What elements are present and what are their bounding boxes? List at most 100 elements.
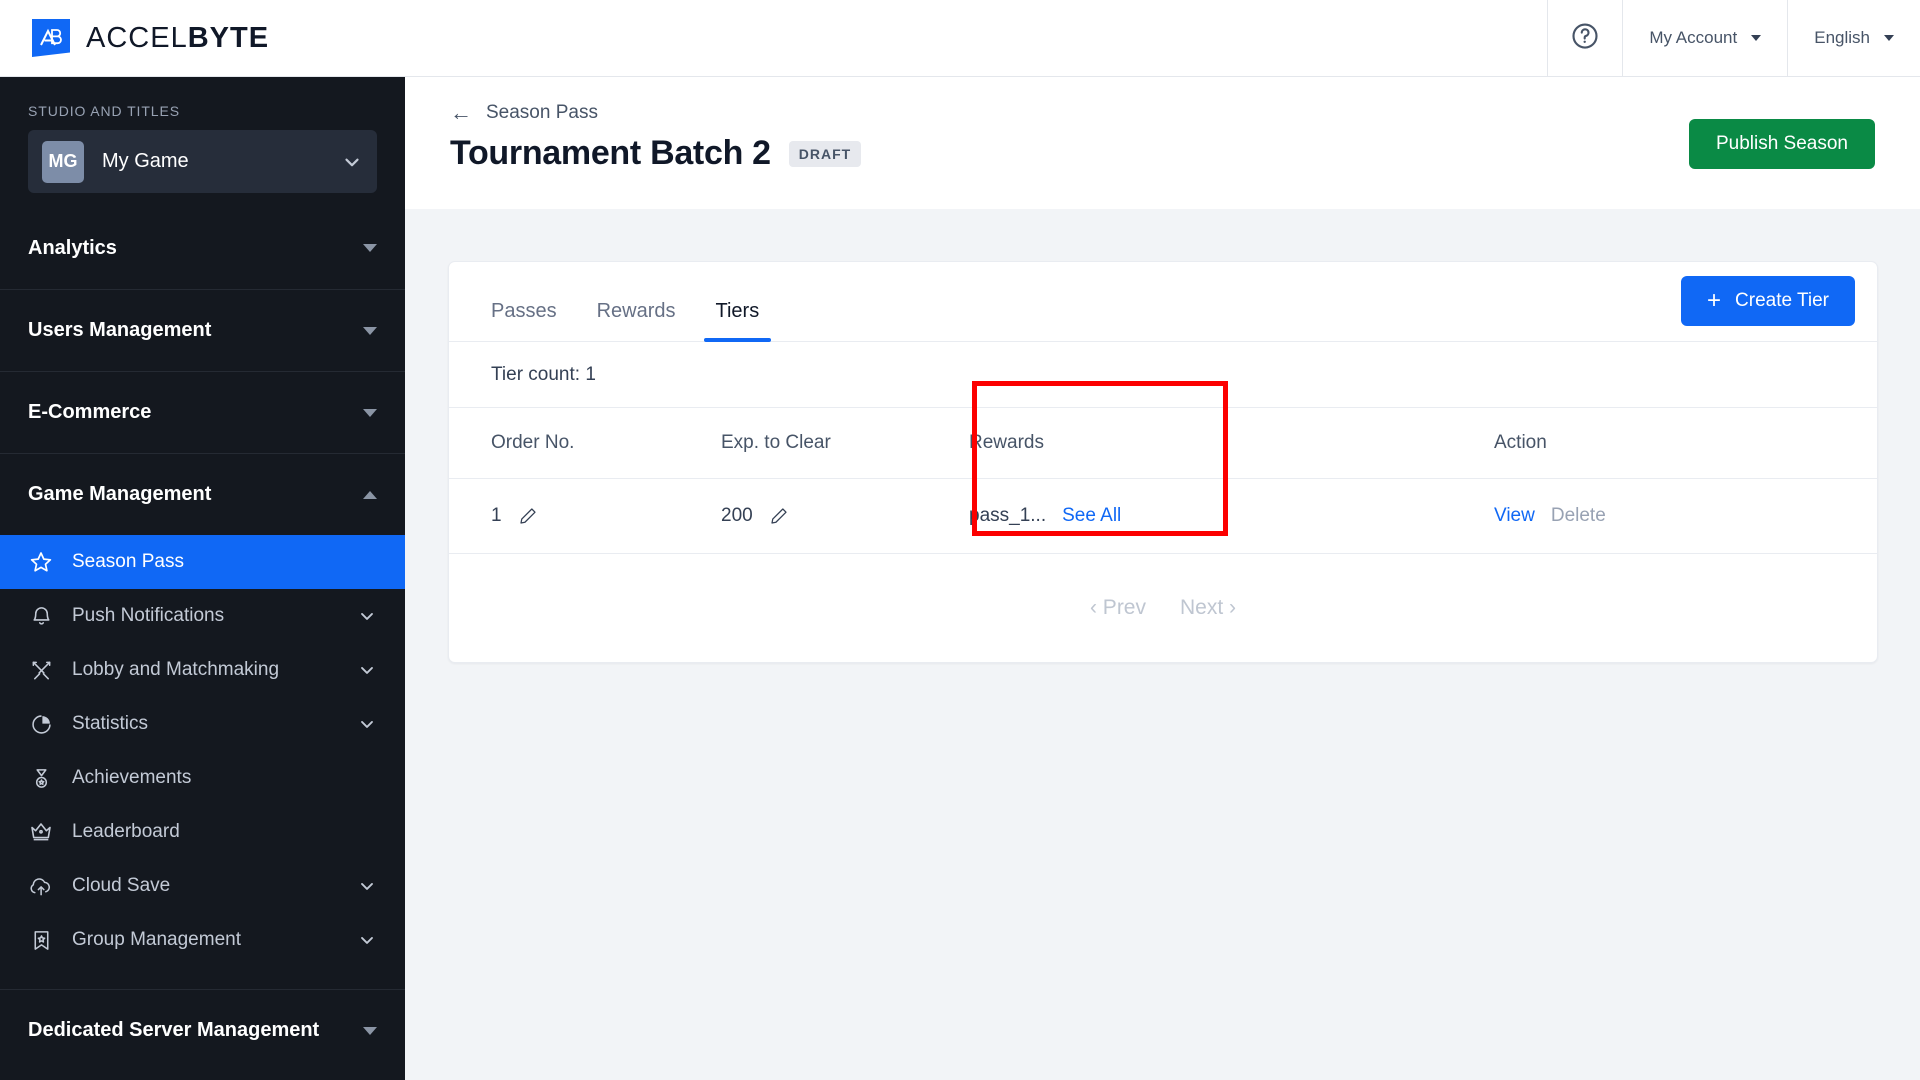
tier-count-label: Tier count: 1 xyxy=(449,342,1877,408)
pencil-icon[interactable] xyxy=(518,506,538,526)
chevron-down-icon xyxy=(357,930,377,950)
sidebar-item-achievements[interactable]: Achievements xyxy=(0,751,405,805)
sidebar-section-dedicated-server-management[interactable]: Dedicated Server Management xyxy=(0,989,405,1071)
cloud-upload-icon xyxy=(28,873,54,899)
sidebar-item-label: Group Management xyxy=(72,929,241,950)
banner-star-icon xyxy=(28,927,54,953)
pencil-icon[interactable] xyxy=(769,506,789,526)
publish-season-button[interactable]: Publish Season xyxy=(1688,119,1875,169)
help-button[interactable] xyxy=(1547,0,1622,77)
chevron-down-icon xyxy=(357,606,377,626)
content-area: Passes Rewards Tiers + Create Tier Tier … xyxy=(405,209,1920,1080)
sidebar-section-label: E-Commerce xyxy=(28,401,152,423)
table-header-row: Order No. Exp. to Clear Rewards Action xyxy=(449,408,1877,479)
sidebar-item-lobby-and-matchmaking[interactable]: Lobby and Matchmaking xyxy=(0,643,405,697)
chevron-down-icon xyxy=(341,151,363,173)
sidebar-item-group-management[interactable]: Group Management xyxy=(0,913,405,967)
exp-to-clear-value: 200 xyxy=(721,505,753,526)
chevron-down-icon xyxy=(357,876,377,896)
triangle-up-icon xyxy=(363,490,377,499)
create-tier-label: Create Tier xyxy=(1735,290,1829,311)
cell-action: View Delete xyxy=(1494,478,1877,554)
triangle-down-icon xyxy=(363,1026,377,1035)
cell-exp-to-clear: 200 xyxy=(721,478,969,554)
breadcrumb-label: Season Pass xyxy=(486,102,598,123)
cell-rewards: pass_1... See All xyxy=(969,478,1494,554)
triangle-down-icon xyxy=(363,244,377,252)
sidebar-item-label: Cloud Save xyxy=(72,875,171,896)
star-icon xyxy=(28,549,54,575)
main-content: ← Season Pass Tournament Batch 2 DRAFT P… xyxy=(405,77,1920,1080)
chevron-down-icon xyxy=(357,660,377,680)
plus-icon: + xyxy=(1707,287,1722,314)
sidebar-item-statistics[interactable]: Statistics xyxy=(0,697,405,751)
page-title: Tournament Batch 2 xyxy=(450,134,771,172)
sidebar-item-push-notifications[interactable]: Push Notifications xyxy=(0,589,405,643)
top-bar: ACCELBYTE My Account English xyxy=(0,0,1920,77)
column-header-order-no: Order No. xyxy=(449,408,721,479)
card-tabs: Passes Rewards Tiers + Create Tier xyxy=(449,262,1877,342)
medal-icon xyxy=(28,765,54,791)
sidebar-item-label: Achievements xyxy=(72,767,192,788)
bell-icon xyxy=(28,603,54,629)
my-account-label: My Account xyxy=(1649,28,1738,47)
brand-text-light: ACCEL xyxy=(86,21,188,54)
prev-page-button[interactable]: ‹ Prev xyxy=(1090,596,1146,620)
studio-and-titles-label: STUDIO AND TITLES xyxy=(28,103,180,119)
rewards-value: pass_1... xyxy=(969,505,1047,526)
crown-icon xyxy=(28,819,54,845)
brand-logo[interactable]: ACCELBYTE xyxy=(32,19,269,57)
column-header-rewards: Rewards xyxy=(969,408,1494,479)
sidebar: STUDIO AND TITLES MG My Game Analytics U… xyxy=(0,77,405,1080)
see-all-link[interactable]: See All xyxy=(1062,505,1121,527)
order-no-value: 1 xyxy=(491,505,502,526)
page-header: ← Season Pass Tournament Batch 2 DRAFT P… xyxy=(405,77,1920,209)
sidebar-section-label: Dedicated Server Management xyxy=(28,1019,320,1041)
sidebar-item-label: Season Pass xyxy=(72,551,184,572)
brand-text-bold: BYTE xyxy=(187,21,270,54)
delete-link[interactable]: Delete xyxy=(1551,505,1606,527)
next-page-button[interactable]: Next › xyxy=(1180,596,1236,620)
sidebar-item-cloud-save[interactable]: Cloud Save xyxy=(0,859,405,913)
tab-rewards[interactable]: Rewards xyxy=(577,300,696,341)
triangle-down-icon xyxy=(363,408,377,417)
sidebar-item-label: Statistics xyxy=(72,713,149,734)
tiers-card: Passes Rewards Tiers + Create Tier Tier … xyxy=(448,261,1878,663)
title-row: Tournament Batch 2 DRAFT xyxy=(450,134,862,173)
accelbyte-logo-icon xyxy=(32,19,70,57)
language-label: English xyxy=(1814,28,1870,47)
column-header-exp-to-clear: Exp. to Clear xyxy=(721,408,969,479)
chevron-down-icon xyxy=(1884,35,1894,41)
chevron-down-icon xyxy=(357,714,377,734)
table-row: 1 200 pass_1... See All View Delete xyxy=(449,478,1877,554)
tab-tiers[interactable]: Tiers xyxy=(696,300,780,342)
sidebar-section-label: Game Management xyxy=(28,483,212,505)
create-tier-button[interactable]: + Create Tier xyxy=(1681,276,1855,326)
chevron-down-icon xyxy=(1751,35,1762,41)
game-selector[interactable]: MG My Game xyxy=(28,130,377,193)
my-account-menu[interactable]: My Account xyxy=(1622,0,1787,77)
sidebar-section-label: Users Management xyxy=(28,319,212,341)
sidebar-section-e-commerce[interactable]: E-Commerce xyxy=(0,371,405,453)
sidebar-item-label: Lobby and Matchmaking xyxy=(72,659,280,680)
sidebar-section-label: Analytics xyxy=(28,236,117,259)
brand-wordmark: ACCELBYTE xyxy=(86,22,269,55)
pie-chart-icon xyxy=(28,711,54,737)
sidebar-item-season-pass[interactable]: Season Pass xyxy=(0,535,405,589)
sidebar-item-leaderboard[interactable]: Leaderboard xyxy=(0,805,405,859)
view-link[interactable]: View xyxy=(1494,505,1535,527)
tiers-table: Order No. Exp. to Clear Rewards Action 1 xyxy=(449,408,1877,554)
language-menu[interactable]: English xyxy=(1787,0,1920,77)
top-bar-actions: My Account English xyxy=(1547,0,1920,77)
tab-passes[interactable]: Passes xyxy=(471,300,577,341)
game-name-label: My Game xyxy=(102,150,189,172)
sidebar-section-analytics[interactable]: Analytics xyxy=(0,207,405,289)
cell-order-no: 1 xyxy=(449,478,721,554)
question-circle-icon xyxy=(1570,21,1600,56)
sidebar-item-label: Push Notifications xyxy=(72,605,225,626)
sidebar-section-game-management[interactable]: Game Management xyxy=(0,453,405,535)
pagination: ‹ Prev Next › xyxy=(449,554,1877,662)
breadcrumb-back[interactable]: ← Season Pass xyxy=(450,102,598,124)
arrow-left-icon: ← xyxy=(450,100,472,125)
sidebar-section-users-management[interactable]: Users Management xyxy=(0,289,405,371)
